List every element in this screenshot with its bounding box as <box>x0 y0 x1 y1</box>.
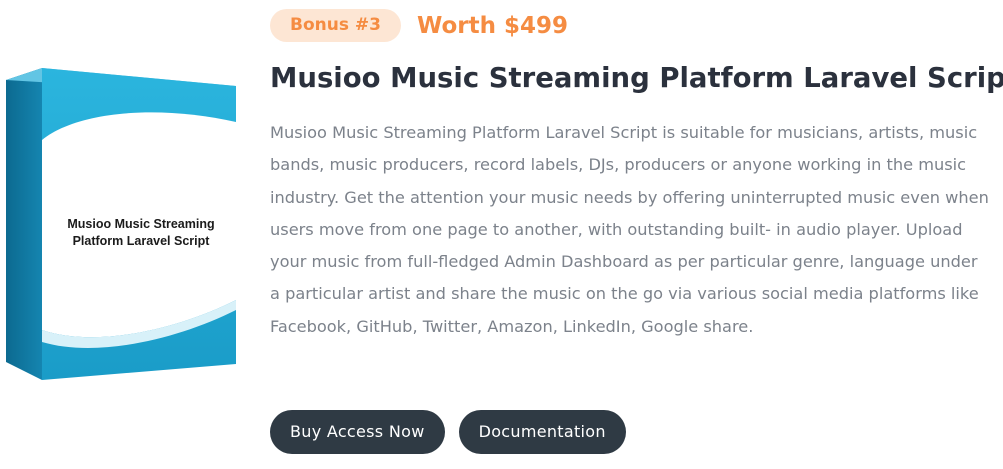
bonus-header: Bonus #3 Worth $499 <box>270 9 568 42</box>
box-label-line2: Platform Laravel Script <box>73 234 211 248</box>
action-buttons: Buy Access Now Documentation <box>270 410 626 454</box>
box-label-line1: Musioo Music Streaming <box>67 217 214 231</box>
product-box-image: Musioo Music Streaming Platform Laravel … <box>6 62 242 382</box>
worth-value: Worth $499 <box>416 12 569 39</box>
bonus-badge: Bonus #3 <box>270 9 401 42</box>
buy-access-button[interactable]: Buy Access Now <box>270 410 445 454</box>
documentation-button[interactable]: Documentation <box>458 410 626 454</box>
product-description: Musioo Music Streaming Platform Laravel … <box>270 123 989 336</box>
product-title: Musioo Music Streaming Platform Laravel … <box>270 62 1003 94</box>
